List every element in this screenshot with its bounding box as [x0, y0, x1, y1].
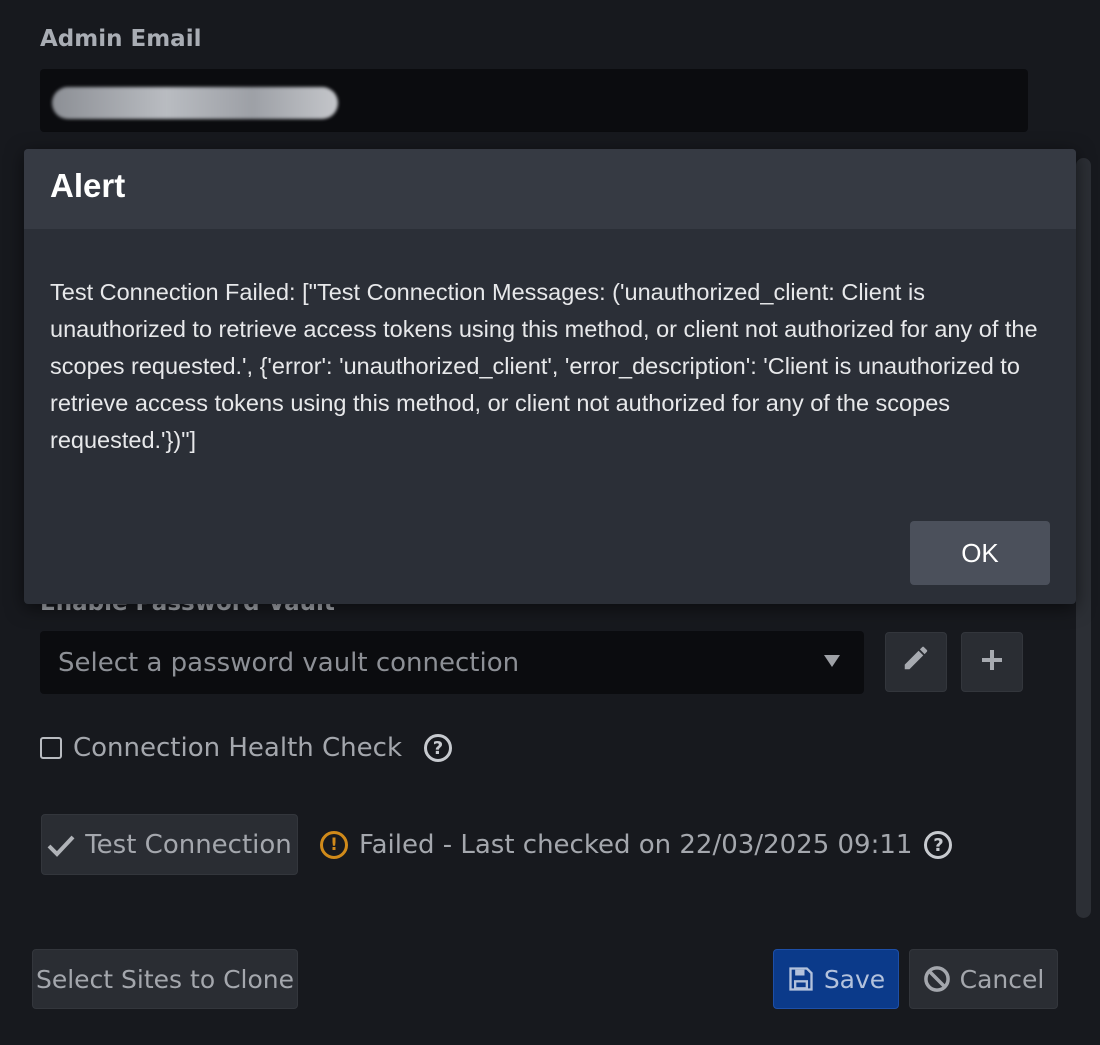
warning-icon: !	[320, 831, 348, 859]
alert-message: Test Connection Failed: ["Test Connectio…	[50, 279, 1038, 453]
pencil-icon	[901, 643, 931, 681]
cancel-button[interactable]: Cancel	[909, 949, 1058, 1009]
test-connection-button[interactable]: Test Connection	[41, 814, 298, 875]
caret-down-icon	[824, 655, 840, 667]
clone-label: Select Sites to Clone	[35, 964, 294, 994]
alert-header: Alert	[24, 149, 1076, 229]
alert-title: Alert	[50, 167, 126, 204]
health-check-checkbox[interactable]	[40, 737, 62, 759]
ban-icon	[923, 965, 951, 993]
status-help-icon[interactable]: ?	[924, 831, 953, 859]
status-text: Failed - Last checked on 22/03/2025 09:1…	[359, 830, 913, 860]
admin-email-field[interactable]	[40, 69, 1028, 132]
vault-select-placeholder: Select a password vault connection	[58, 648, 520, 678]
cancel-label: Cancel	[959, 964, 1045, 994]
scrollbar[interactable]	[1076, 158, 1091, 918]
admin-email-label: Admin Email	[40, 26, 202, 52]
password-vault-select[interactable]: Select a password vault connection	[40, 631, 864, 694]
edit-vault-button[interactable]	[885, 632, 947, 692]
help-icon[interactable]: ?	[424, 734, 452, 762]
select-sites-to-clone-button[interactable]: Select Sites to Clone	[32, 949, 298, 1009]
health-check-row: Connection Health Check ?	[40, 733, 452, 763]
ok-button[interactable]: OK	[910, 521, 1050, 585]
save-label: Save	[823, 964, 886, 994]
alert-dialog: Alert Test Connection Failed: ["Test Con…	[24, 149, 1076, 604]
redacted-email-value	[52, 87, 338, 119]
add-vault-button[interactable]	[961, 632, 1023, 692]
health-check-label: Connection Health Check	[73, 733, 402, 763]
check-icon	[47, 833, 75, 857]
plus-icon	[980, 645, 1004, 680]
floppy-disk-icon	[787, 965, 815, 993]
connection-status: ! Failed - Last checked on 22/03/2025 09…	[320, 830, 953, 860]
test-connection-label: Test Connection	[85, 829, 292, 860]
save-button[interactable]: Save	[773, 949, 899, 1009]
